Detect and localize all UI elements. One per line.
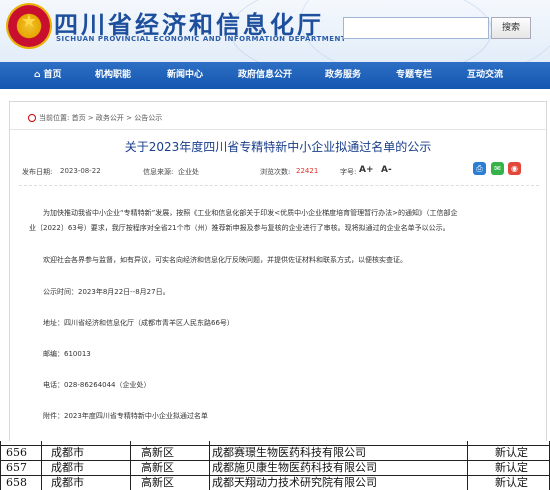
- breadcrumb[interactable]: 当前位置: 首页 > 政务公开 > 公告公示: [28, 113, 162, 123]
- weibo-share-icon[interactable]: ◉: [508, 162, 521, 175]
- row-district: 高新区: [141, 476, 174, 489]
- contact-postcode: 邮编：610013: [43, 350, 91, 358]
- font-increase-button[interactable]: A+: [359, 165, 374, 175]
- row-number: 657: [6, 461, 27, 474]
- publish-label: 发布日期:: [22, 168, 53, 176]
- row-district: 高新区: [141, 461, 174, 474]
- contact-address: 地址：四川省经济和信息化厅（成都市青羊区人民东路66号）: [43, 319, 234, 327]
- row-company: 成都天翔动力技术研究院有限公司: [212, 476, 377, 489]
- body-paragraph: 为加快推动我省中小企业“专精特新”发展，按照《工业和信息化部关于印发<优质中小企…: [43, 209, 458, 217]
- location-icon: [28, 114, 36, 122]
- row-city: 成都市: [51, 446, 84, 459]
- row-company: 成都施贝康生物医药科技有限公司: [212, 461, 377, 474]
- table-gridline: [41, 441, 42, 490]
- row-city: 成都市: [51, 461, 84, 474]
- notice-period: 公示时间：2023年8月22日--8月27日。: [43, 288, 170, 296]
- search-input[interactable]: [343, 17, 489, 39]
- site-header: ★ 四川省经济和信息化厅 SICHUAN PROVINCIAL ECONOMIC…: [0, 0, 550, 62]
- print-icon[interactable]: ⎙: [473, 162, 486, 175]
- row-type: 新认定: [495, 461, 528, 474]
- search-button[interactable]: 搜索: [491, 17, 531, 39]
- article-meta: 发布日期: 2023-08-22 信息来源: 企业处 浏览次数: 22421 字…: [19, 162, 539, 182]
- table-gridline: [467, 441, 468, 490]
- row-company: 成都赛璟生物医药科技有限公司: [212, 446, 366, 459]
- body-paragraph: 业〔2022〕63号）要求，我厅按程序对全省21个市（州）推荐新申报及参与复核的…: [29, 224, 450, 232]
- site-subtitle: SICHUAN PROVINCIAL ECONOMIC AND INFORMAT…: [56, 35, 347, 43]
- font-decrease-button[interactable]: A-: [381, 165, 392, 175]
- source-value: 企业处: [178, 168, 199, 176]
- row-city: 成都市: [51, 476, 84, 489]
- breadcrumb-text: 当前位置: 首页 > 政务公开 > 公告公示: [39, 114, 163, 122]
- article-panel: 当前位置: 首页 > 政务公开 > 公告公示 关于2023年度四川省专精特新中小…: [9, 101, 547, 443]
- row-type: 新认定: [495, 446, 528, 459]
- contact-phone: 电话：028-86264044（企业处）: [43, 381, 151, 389]
- nav-item-home[interactable]: ⌂ 首页: [34, 62, 61, 89]
- nav-item-gov-info[interactable]: 政府信息公开: [238, 62, 292, 89]
- divider: [19, 185, 539, 186]
- home-icon: ⌂: [34, 70, 41, 80]
- nav-item-interaction[interactable]: 互动交流: [467, 62, 503, 89]
- nav-item-services[interactable]: 政务服务: [325, 62, 361, 89]
- main-nav: ⌂ 首页 机构职能 新闻中心 政府信息公开 政务服务 专题专栏 互动交流: [0, 62, 550, 89]
- nav-item-label: 首页: [43, 70, 62, 80]
- views-label: 浏览次数:: [260, 168, 291, 176]
- row-type: 新认定: [495, 476, 528, 489]
- nav-item-functions[interactable]: 机构职能: [95, 62, 131, 89]
- table-gridline: [209, 441, 210, 490]
- national-emblem-icon: ★: [8, 5, 50, 47]
- body-paragraph: 欢迎社会各界参与监督，如有异议，可实名向经济和信息化厅反映问题，并提供佐证材料和…: [43, 256, 407, 264]
- table-gridline: [0, 441, 1, 490]
- font-size-label: 字号:: [340, 168, 357, 176]
- enterprise-list-table: 656 成都市 高新区 成都赛璟生物医药科技有限公司 新认定 657 成都市 高…: [0, 441, 550, 490]
- views-count: 22421: [296, 167, 319, 175]
- divider: [10, 129, 546, 130]
- article-title: 关于2023年度四川省专精特新中小企业拟通过名单的公示: [124, 140, 432, 154]
- nav-item-topics[interactable]: 专题专栏: [396, 62, 432, 89]
- row-district: 高新区: [141, 446, 174, 459]
- publish-date: 2023-08-22: [60, 167, 101, 175]
- row-number: 658: [6, 476, 27, 489]
- source-label: 信息来源:: [143, 168, 174, 176]
- table-gridline: [130, 441, 131, 490]
- attachment-link[interactable]: 附件：2023年度四川省专精特新中小企业拟通过名单: [29, 409, 535, 424]
- nav-item-news[interactable]: 新闻中心: [167, 62, 203, 89]
- row-number: 656: [6, 446, 27, 459]
- wechat-share-icon[interactable]: ✉: [491, 162, 504, 175]
